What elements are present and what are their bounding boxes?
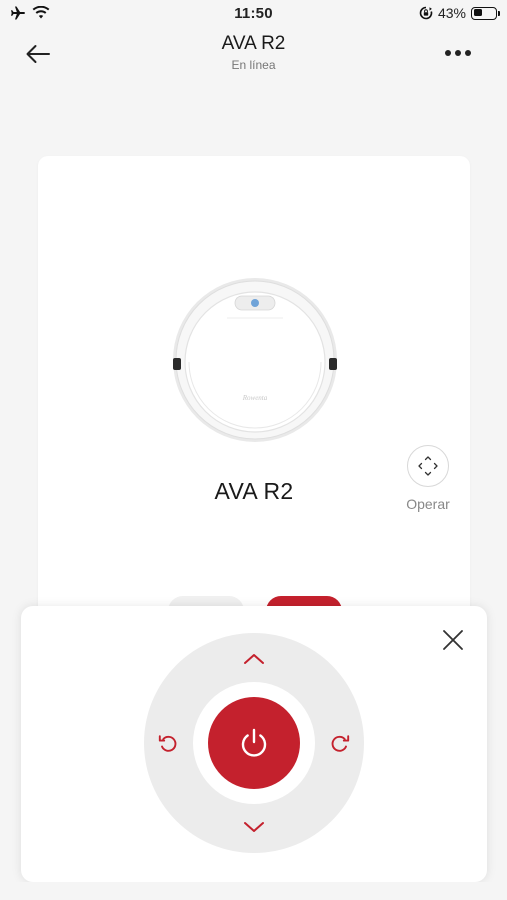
connection-status: En línea bbox=[231, 58, 276, 72]
status-right: 43% bbox=[419, 5, 500, 21]
move-backward-button[interactable] bbox=[238, 811, 270, 843]
battery-icon bbox=[471, 6, 500, 20]
direction-pad bbox=[144, 633, 364, 853]
more-options-dot bbox=[465, 50, 471, 56]
battery-percent: 43% bbox=[437, 5, 466, 21]
more-options-dot bbox=[455, 50, 461, 56]
status-bar: 11:50 43% bbox=[0, 0, 507, 28]
remote-control-panel bbox=[21, 606, 487, 882]
power-button[interactable] bbox=[208, 697, 300, 789]
operate-button[interactable] bbox=[407, 445, 449, 487]
nav-header: AVA R2 En línea bbox=[0, 28, 507, 80]
chevron-down-icon bbox=[244, 822, 264, 832]
move-forward-button[interactable] bbox=[238, 643, 270, 675]
close-button[interactable] bbox=[439, 626, 467, 654]
battery-fill bbox=[473, 9, 483, 16]
operate-label: Operar bbox=[406, 496, 450, 512]
rotate-right-icon bbox=[331, 735, 350, 752]
move-arrows-icon bbox=[418, 456, 438, 476]
device-card: Rowenta AVA R2 Operar bbox=[38, 156, 470, 676]
svg-text:Rowenta: Rowenta bbox=[242, 394, 268, 402]
orientation-lock-icon bbox=[419, 6, 433, 20]
power-icon bbox=[241, 728, 267, 757]
rotate-left-button[interactable] bbox=[152, 727, 184, 759]
app-screen: 11:50 43% AVA R2 En línea Rowenta AVA R2… bbox=[0, 0, 507, 900]
robot-vacuum-image: Rowenta bbox=[173, 278, 337, 442]
more-options-icon bbox=[445, 50, 451, 56]
close-icon bbox=[443, 630, 463, 650]
rotate-left-icon bbox=[158, 735, 177, 752]
chevron-up-icon bbox=[244, 654, 264, 664]
rotate-right-button[interactable] bbox=[324, 727, 356, 759]
page-title: AVA R2 bbox=[221, 33, 286, 54]
bottom-safe-area bbox=[0, 882, 507, 900]
more-options-button[interactable] bbox=[441, 41, 475, 65]
